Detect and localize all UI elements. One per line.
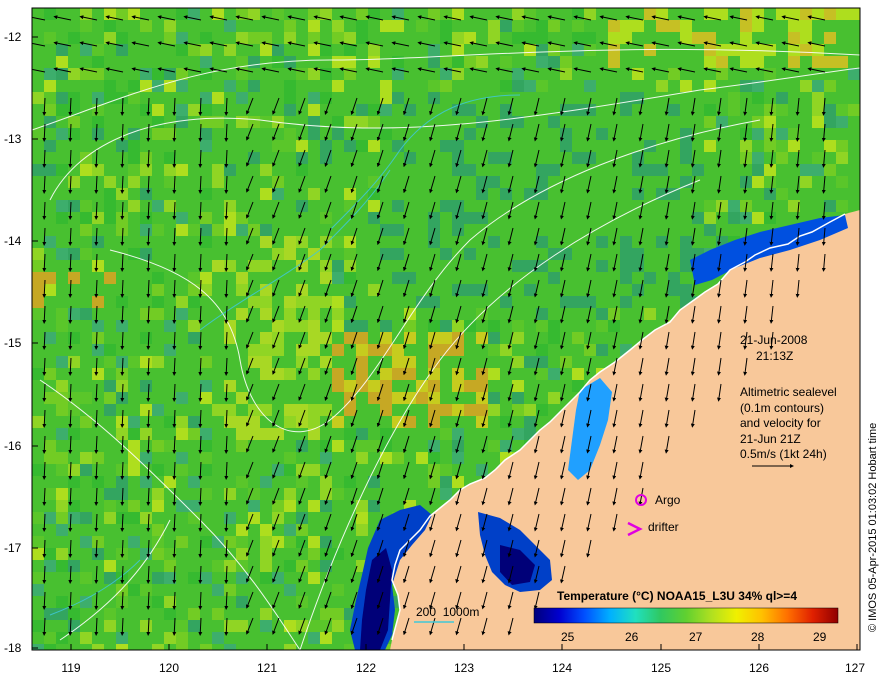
velocity-scale-label: 0.5m/s (1kt 24h)	[740, 447, 827, 461]
colorbar-tick: 28	[751, 630, 765, 644]
altimetry-line-4: 21-Jun 21Z	[740, 432, 801, 446]
y-tick-label: -17	[4, 541, 22, 555]
x-tick-label: 122	[356, 661, 376, 675]
colorbar-tick: 26	[625, 630, 639, 644]
colorbar-title: Temperature (°C) NOAA15_L3U 34% ql>=4	[557, 589, 797, 603]
y-tick-label: -16	[4, 439, 22, 453]
bathymetry-legend-label: 200 1000m	[416, 605, 479, 619]
x-tick-label: 126	[749, 661, 769, 675]
colorbar-tick: 25	[561, 630, 575, 644]
argo-label: Argo	[655, 493, 681, 507]
colorbar-tick: 29	[813, 630, 827, 644]
date-text: 21-Jun-2008	[740, 333, 808, 347]
y-tick-label: -18	[4, 641, 22, 655]
colorbar-tick: 27	[689, 630, 703, 644]
x-tick-label: 120	[159, 661, 179, 675]
sst-map: Argo drifter 21-Jun-2008 21:13Z Altimetr…	[4, 7, 879, 675]
x-tick-label: 124	[552, 661, 572, 675]
altimetry-line-1: Altimetric sealevel	[740, 385, 837, 399]
credit-text: © IMOS 05-Apr-2015 01:03:02 Hobart time	[867, 423, 879, 632]
x-tick-label: 127	[845, 661, 865, 675]
y-tick-label: -14	[4, 234, 22, 248]
y-tick-label: -12	[4, 30, 22, 44]
y-tick-label: -13	[4, 132, 22, 146]
y-tick-label: -15	[4, 336, 22, 350]
colorbar	[533, 607, 839, 624]
drifter-label: drifter	[648, 520, 679, 534]
x-tick-label: 125	[651, 661, 671, 675]
altimetry-line-2: (0.1m contours)	[740, 401, 824, 415]
map-plot-area: Argo drifter 21-Jun-2008 21:13Z Altimetr…	[32, 8, 860, 650]
x-tick-label: 119	[61, 661, 80, 675]
altimetry-line-3: and velocity for	[740, 416, 821, 430]
x-tick-label: 123	[454, 661, 474, 675]
x-tick-label: 121	[257, 661, 277, 675]
time-text: 21:13Z	[756, 349, 793, 363]
